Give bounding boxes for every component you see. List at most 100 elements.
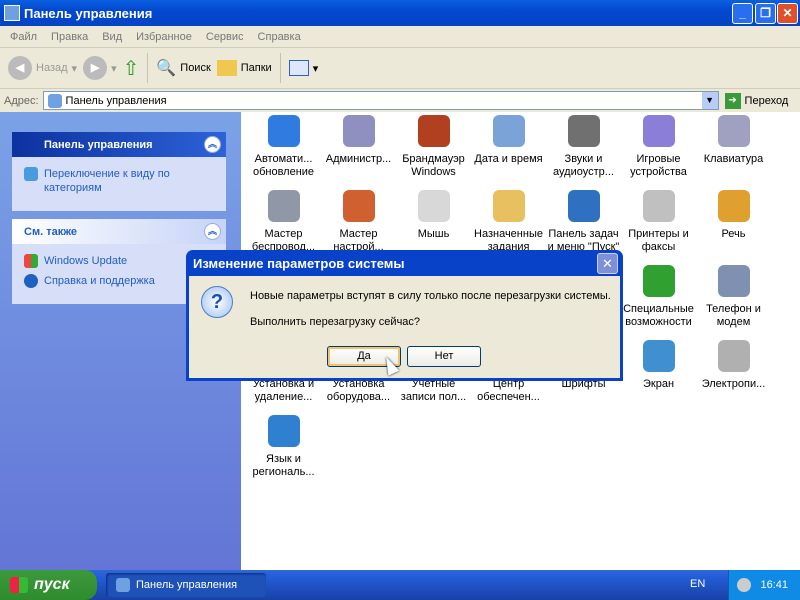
control-panel-item[interactable]: Речь [696,190,771,241]
item-icon [492,190,525,222]
forward-button[interactable]: ▶ ▾ [83,56,117,80]
dialog-title-bar: Изменение параметров системы [189,250,620,276]
windows-update-icon [24,254,38,268]
control-panel-item[interactable]: Язык и региональ... [246,415,321,479]
item-label: Специальные возможности [623,303,694,328]
maximize-button[interactable]: ❐ [755,3,776,24]
link-label: Windows Update [44,255,128,267]
help-icon [24,274,38,288]
control-panel-item[interactable]: Экран [621,340,696,391]
item-icon [492,115,525,147]
collapse-icon[interactable]: ︽ [204,223,221,240]
dialog-title: Изменение параметров системы [193,255,405,271]
item-icon [642,340,675,372]
item-label: Дата и время [474,153,543,165]
title-bar: Панель управления _ ❐ ✕ [0,0,800,26]
item-icon [717,265,750,297]
start-button[interactable]: пуск [0,570,97,600]
control-panel-item[interactable]: Электропи... [696,340,771,391]
item-label: Мышь [417,228,450,240]
item-label: Принтеры и факсы [628,228,689,253]
item-icon [717,115,750,147]
menu-view[interactable]: Вид [102,31,122,43]
control-panel-item[interactable]: Мастер беспровод... [246,190,321,254]
divider [279,53,281,83]
menu-favorites[interactable]: Избранное [136,31,192,43]
control-panel-item[interactable]: Игровые устройства [621,115,696,179]
window-title: Панель управления [24,5,153,21]
close-button[interactable]: ✕ [777,3,798,24]
system-tray: 16:41 [728,570,800,600]
item-label: Телефон и модем [706,303,761,328]
item-label: Электропи... [701,378,766,390]
category-view-icon [24,167,38,181]
address-bar: Адрес: Панель управления ▼ ➔ Переход [0,89,800,112]
item-icon [342,115,375,147]
item-icon [267,415,300,447]
control-panel-item[interactable]: Телефон и модем [696,265,771,329]
item-label: Администр... [325,153,392,165]
control-panel-item[interactable]: Дата и время [471,115,546,166]
dialog-question: Выполнить перезагрузку сейчас? [250,316,421,328]
back-button[interactable]: ◀ Назад ▾ [8,56,77,80]
dialog-message: Новые параметры вступят в силу только по… [250,290,611,302]
windows-logo-icon [10,577,28,593]
section-title: Панель управления [44,138,153,151]
item-label: Язык и региональ... [252,453,315,478]
control-panel-item[interactable]: Звуки и аудиоустр... [546,115,621,179]
item-label: Автомати... обновление [252,153,315,178]
control-panel-icon [116,578,130,592]
clock: 16:41 [760,579,788,591]
taskbar: пуск Панель управления EN 16:41 [0,570,800,600]
menu-tools[interactable]: Сервис [206,31,244,43]
go-button[interactable]: ➔ Переход [724,92,788,109]
address-label: Адрес: [4,94,39,107]
item-label: Установка оборудова... [326,378,391,403]
menu-bar: Файл Правка Вид Избранное Сервис Справка [0,26,800,48]
switch-category-view-link[interactable]: Переключение к виду по категориям [24,167,214,195]
menu-help[interactable]: Справка [258,31,301,43]
menu-edit[interactable]: Правка [51,31,88,43]
up-button[interactable]: ⇧ [123,56,140,81]
item-label: Центр обеспечен... [477,378,540,403]
back-arrow-icon: ◀ [8,56,32,80]
link-label: Переключение к виду по категориям [44,168,170,194]
item-icon [417,115,450,147]
collapse-icon[interactable]: ︽ [204,136,221,153]
start-label: пуск [34,576,70,593]
section-header[interactable]: Панель управления ︽ [12,132,226,157]
language-indicator[interactable]: EN [690,578,705,590]
section-header[interactable]: См. также ︽ [12,219,226,244]
search-button[interactable]: 🔍 Поиск [156,58,210,78]
control-panel-item[interactable]: Принтеры и факсы [621,190,696,254]
no-button[interactable]: Нет [407,346,481,367]
control-panel-item[interactable]: Мышь [396,190,471,241]
control-panel-item[interactable]: Автомати... обновление [246,115,321,179]
taskbar-item-control-panel[interactable]: Панель управления [106,573,266,597]
control-panel-item[interactable]: Назначенные задания [471,190,546,254]
item-icon [642,115,675,147]
address-input[interactable]: Панель управления ▼ [42,91,719,110]
divider [147,53,149,83]
back-label: Назад [36,62,68,74]
dialog-close-button[interactable]: ✕ [597,253,618,274]
control-panel-item[interactable]: Панель задач и меню "Пуск" [546,190,621,254]
chevron-down-icon[interactable]: ▼ [701,92,718,109]
control-panel-item[interactable]: Клавиатура [696,115,771,166]
control-panel-item[interactable]: Специальные возможности [621,265,696,329]
item-label: Речь [721,228,746,240]
control-panel-item[interactable]: Брандмауэр Windows [396,115,471,179]
views-button[interactable]: ▾ [288,60,318,76]
minimize-button[interactable]: _ [732,3,753,24]
control-panel-item[interactable]: Администр... [321,115,396,166]
menu-file[interactable]: Файл [10,31,37,43]
item-icon [642,265,675,297]
go-arrow-icon: ➔ [724,92,741,109]
control-panel-item[interactable]: Мастер настрой... [321,190,396,254]
item-icon [567,190,600,222]
task-label: Панель управления [136,579,238,591]
restart-dialog: Изменение параметров системы ✕ ? Новые п… [186,250,623,381]
search-icon: 🔍 [156,60,177,77]
volume-icon[interactable] [737,578,751,592]
folders-button[interactable]: Папки [216,60,272,76]
